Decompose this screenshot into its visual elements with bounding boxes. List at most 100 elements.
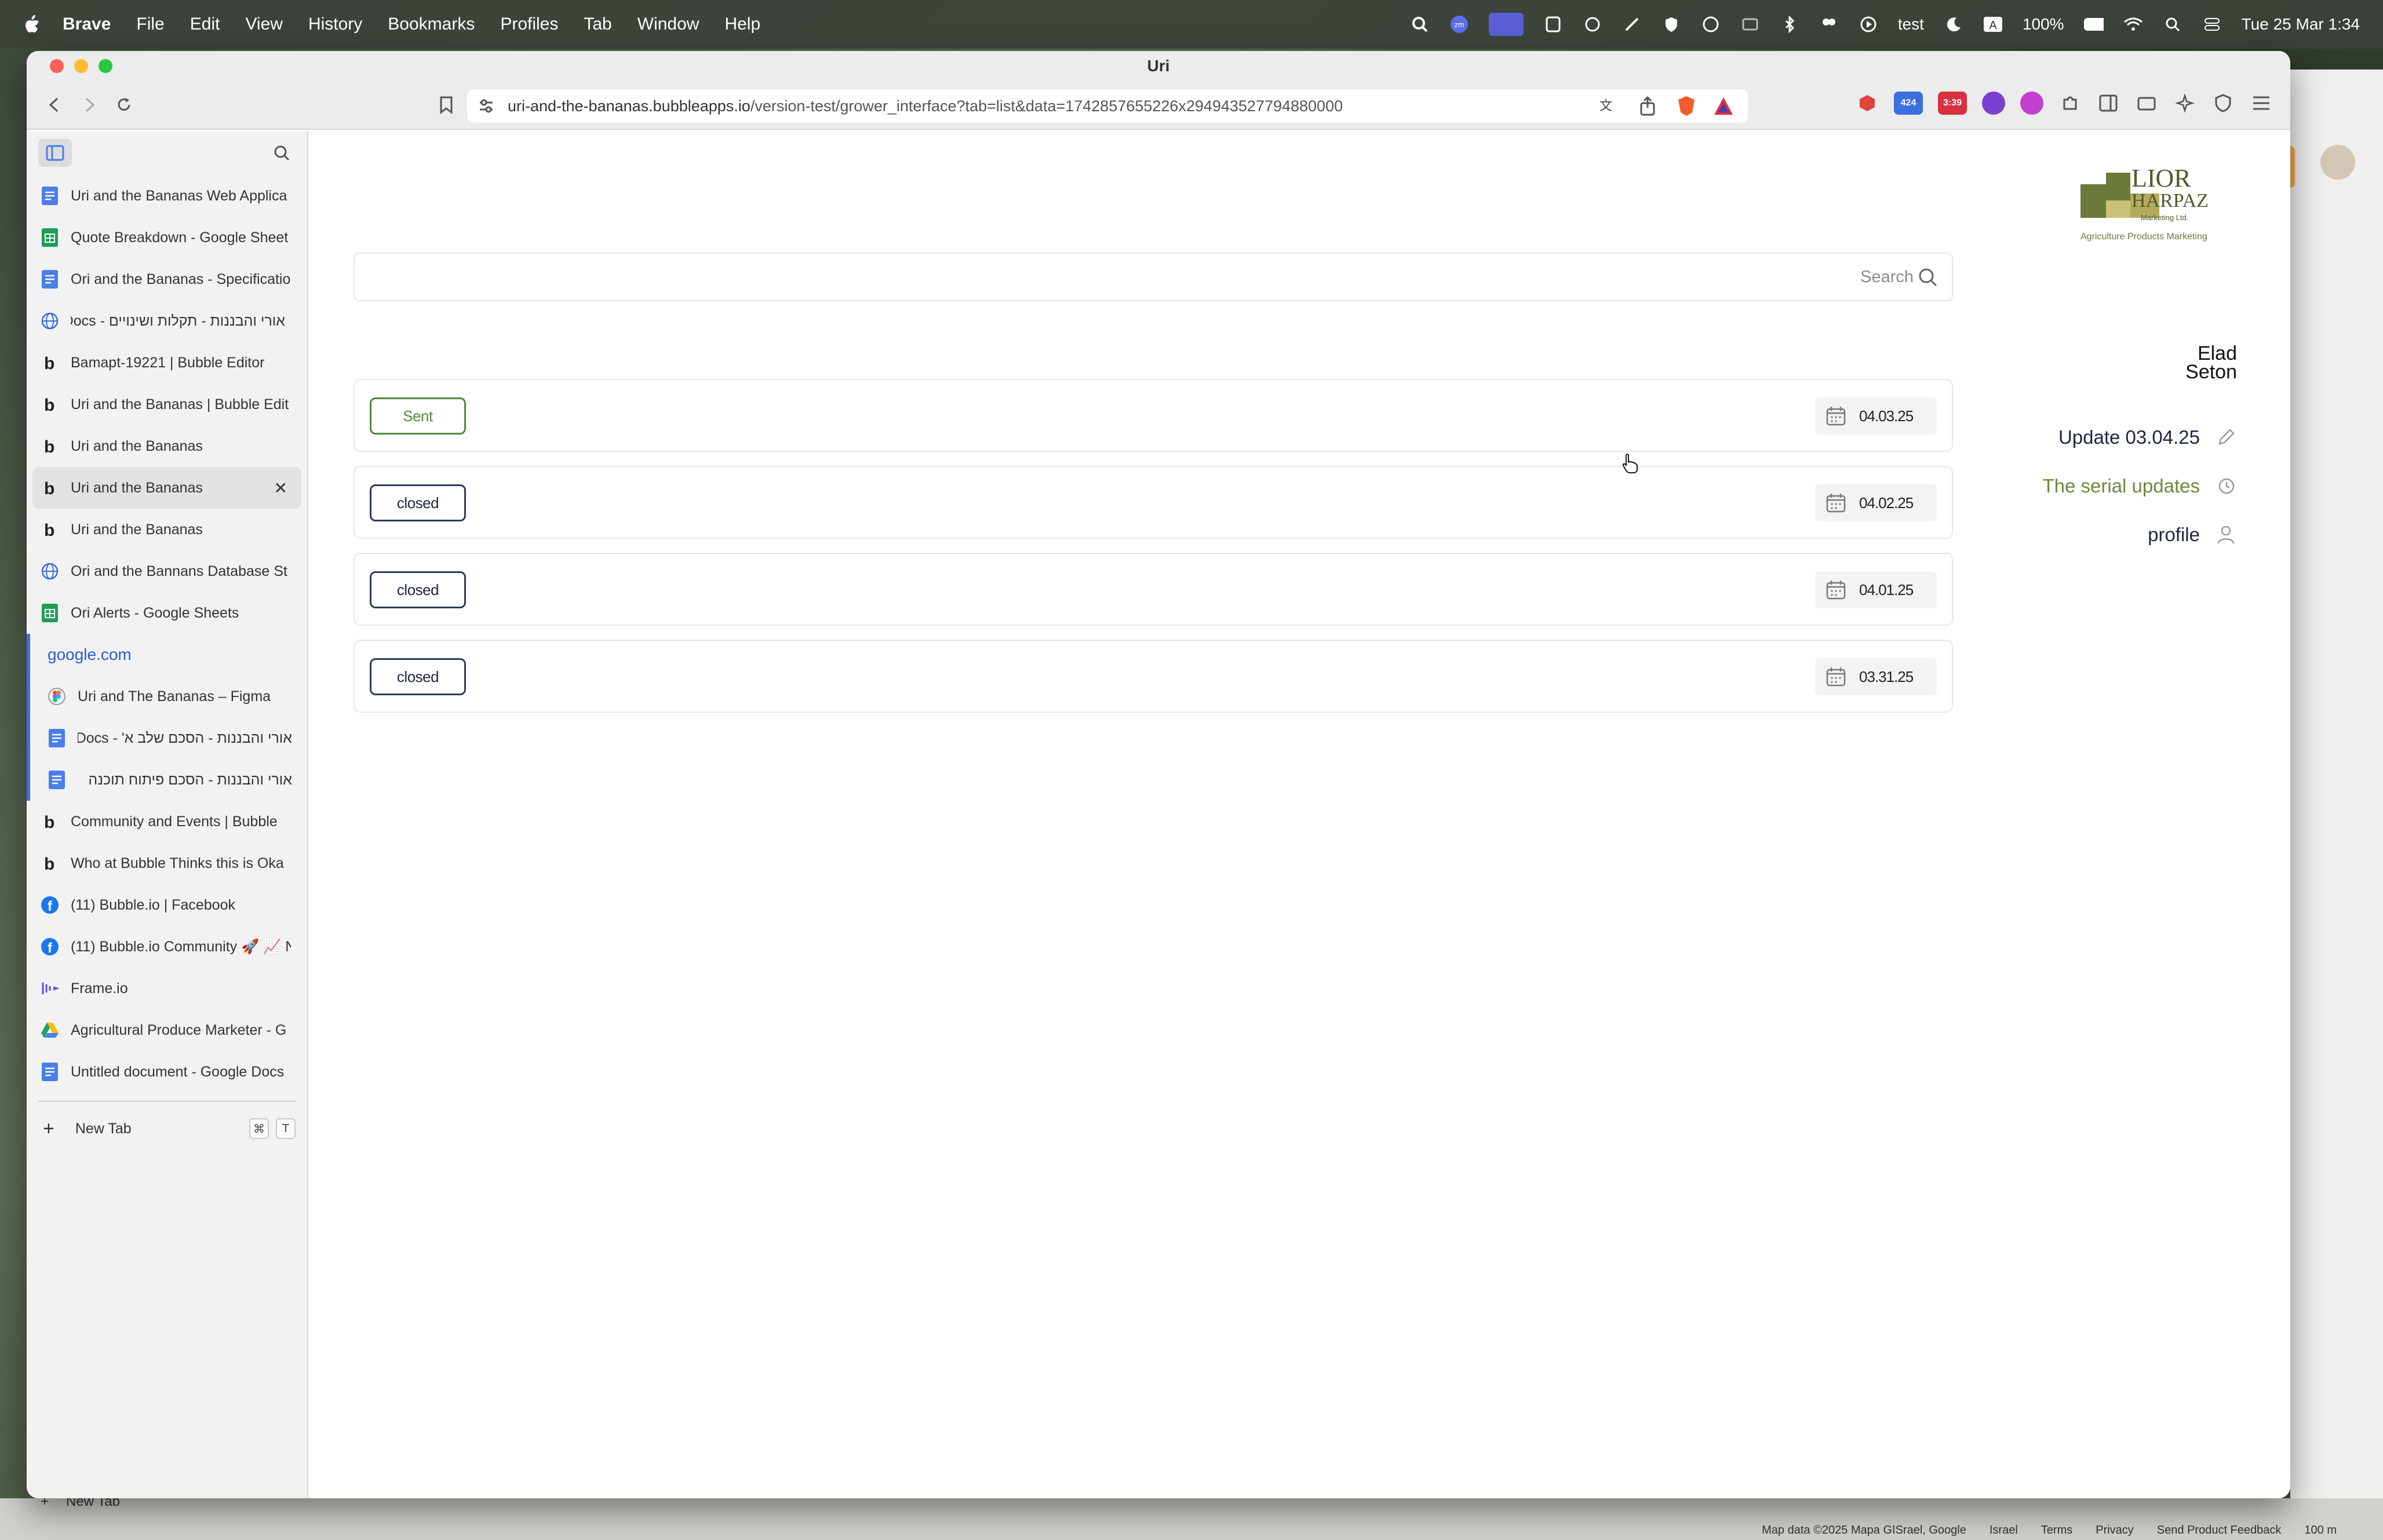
close-tab-icon[interactable]: ✕	[274, 479, 287, 498]
tab-item[interactable]: b Community and Events | Bubble	[27, 801, 307, 842]
menu-profiles[interactable]: Profiles	[500, 14, 558, 34]
leo-ai-icon[interactable]	[2173, 92, 2196, 115]
tab-item[interactable]: b Bamapt-19221 | Bubble Editor	[27, 342, 307, 384]
airbuds-icon[interactable]	[1819, 14, 1839, 34]
profile-link[interactable]: profile	[2148, 524, 2237, 546]
clock[interactable]: Tue 25 Mar 1:34	[2242, 15, 2360, 34]
search-icon[interactable]	[1917, 267, 1939, 289]
zoom-icon[interactable]: zm	[1449, 14, 1469, 34]
wallet-icon[interactable]	[2135, 92, 2158, 115]
calendar-icon	[1826, 581, 1846, 600]
script-icon[interactable]	[1543, 14, 1563, 34]
status-badge[interactable]: closed	[370, 658, 466, 695]
tab-group-label[interactable]: google.com	[27, 634, 307, 676]
tab-item[interactable]: Ori and the Bananas - Specificatio	[27, 258, 307, 300]
tab-item[interactable]: אורי והבננות - הסכם שלב א' - Docs	[27, 717, 307, 759]
menu-edit[interactable]: Edit	[190, 14, 220, 34]
lens-extension-icon[interactable]	[2020, 92, 2043, 115]
badge-extension-a-icon[interactable]: 424	[1894, 92, 1923, 115]
list-item[interactable]: closed 04.01.25	[354, 553, 1953, 626]
status-badge[interactable]: Sent	[370, 397, 466, 435]
serial-updates-link[interactable]: The serial updates	[2043, 475, 2238, 497]
menu-window[interactable]: Window	[637, 14, 699, 34]
forward-arrow-icon[interactable]	[78, 93, 101, 116]
apple-logo-icon[interactable]	[23, 14, 41, 34]
broadcast-icon[interactable]	[1622, 14, 1642, 34]
address-bar[interactable]: uri-and-the-bananas.bubbleapps.io/versio…	[467, 89, 1748, 123]
status-badge[interactable]: closed	[370, 484, 466, 521]
openai-icon[interactable]	[1583, 14, 1602, 34]
cube-extension-icon[interactable]	[1856, 92, 1879, 115]
vpn-icon[interactable]	[2211, 92, 2235, 115]
list-item[interactable]: closed 04.02.25	[354, 466, 1953, 539]
menu-view[interactable]: View	[245, 14, 282, 34]
translate-icon[interactable]: 文	[1597, 96, 1617, 120]
minimize-window-button[interactable]	[74, 59, 88, 73]
menu-help[interactable]: Help	[724, 14, 760, 34]
list-item[interactable]: Sent 04.03.25	[354, 379, 1953, 452]
tab-item[interactable]: Uri and The Bananas – Figma	[27, 676, 307, 717]
badge-extension-b-icon[interactable]: 3:39	[1938, 92, 1967, 115]
menu-file[interactable]: File	[136, 14, 164, 34]
tab-item[interactable]: אורי והבננות - תקלות ושינויים - Docs	[27, 300, 307, 342]
spotlight-search-icon[interactable]	[2163, 14, 2182, 34]
zoom-window-button[interactable]	[99, 59, 112, 73]
display-icon[interactable]	[1740, 14, 1760, 34]
tab-item[interactable]: b Uri and the Bananas	[27, 425, 307, 467]
tab-item[interactable]: Untitled document - Google Docs	[27, 1051, 307, 1093]
control-center-icon[interactable]	[2202, 14, 2222, 34]
share-icon[interactable]	[1639, 96, 1656, 120]
tab-item[interactable]: f (11) Bubble.io Community 🚀 📈 N	[27, 926, 307, 968]
tab-item[interactable]: Frame.io	[27, 968, 307, 1009]
brave-shields-icon[interactable]	[1676, 95, 1697, 121]
menu-tab[interactable]: Tab	[584, 14, 611, 34]
tab-item[interactable]: Ori and the Bannans Database St	[27, 550, 307, 592]
search-icon[interactable]	[270, 141, 293, 165]
search-app-icon[interactable]	[1410, 14, 1430, 34]
figma-icon	[48, 687, 66, 706]
brave-rewards-icon[interactable]	[1713, 96, 1734, 120]
puzzle-icon[interactable]	[2058, 92, 2082, 115]
search-input[interactable]: Search	[354, 253, 1953, 301]
play-icon[interactable]	[1859, 14, 1878, 34]
tab-item[interactable]: Uri and the Bananas Web Applica	[27, 175, 307, 217]
tab-item-label: Community and Events | Bubble	[71, 813, 278, 830]
wifi-icon[interactable]	[2123, 14, 2143, 34]
tab-item[interactable]: אורי והבננות - הסכם פיתוח תוכנה	[27, 759, 307, 801]
shield-icon[interactable]	[1661, 14, 1681, 34]
row-date: 04.01.25	[1859, 581, 1914, 599]
tab-item[interactable]: Ori Alerts - Google Sheets	[27, 592, 307, 634]
bookmark-icon[interactable]	[435, 93, 458, 116]
purple-extension-icon[interactable]	[1982, 92, 2005, 115]
close-window-button[interactable]	[50, 59, 64, 73]
menu-app-name[interactable]: Brave	[63, 14, 111, 34]
update-link[interactable]: Update 03.04.25	[2058, 426, 2237, 448]
tab-item[interactable]: Agricultural Produce Marketer - G	[27, 1009, 307, 1051]
list-item[interactable]: closed 03.31.25	[354, 640, 1953, 713]
tab-item[interactable]: Quote Breakdown - Google Sheet	[27, 217, 307, 258]
info-icon[interactable]	[1701, 14, 1721, 34]
screen-share-icon[interactable]	[1488, 13, 1524, 36]
bluetooth-icon[interactable]	[1780, 14, 1799, 34]
menu-history[interactable]: History	[308, 14, 362, 34]
sidebar-panel-icon[interactable]	[38, 139, 72, 167]
site-settings-icon[interactable]	[478, 97, 495, 119]
reload-icon[interactable]	[112, 93, 136, 116]
battery-icon[interactable]	[2083, 14, 2104, 34]
new-tab-button[interactable]: + New Tab ⌘ T	[27, 1110, 307, 1147]
tab-item[interactable]: b Who at Bubble Thinks this is Oka	[27, 842, 307, 884]
keyboard-input-icon[interactable]: A	[1983, 14, 2003, 34]
hamburger-menu-icon[interactable]	[2250, 92, 2273, 115]
sidebar-toggle-icon[interactable]	[2097, 92, 2120, 115]
tray-label[interactable]: test	[1898, 15, 1924, 34]
tab-item[interactable]: f (11) Bubble.io | Facebook	[27, 884, 307, 926]
svg-text:b: b	[44, 521, 54, 539]
status-badge[interactable]: closed	[370, 571, 466, 608]
moon-icon[interactable]	[1944, 14, 1963, 34]
tab-item[interactable]: b Uri and the Bananas	[27, 509, 307, 550]
menu-bookmarks[interactable]: Bookmarks	[388, 14, 475, 34]
tab-item[interactable]: b Uri and the Bananas | Bubble Edit	[27, 384, 307, 425]
tab-item-active[interactable]: b Uri and the Bananas ✕	[32, 467, 301, 509]
macos-menu-bar: Brave File Edit View History Bookmarks P…	[0, 0, 2383, 49]
back-arrow-icon[interactable]	[43, 93, 66, 116]
